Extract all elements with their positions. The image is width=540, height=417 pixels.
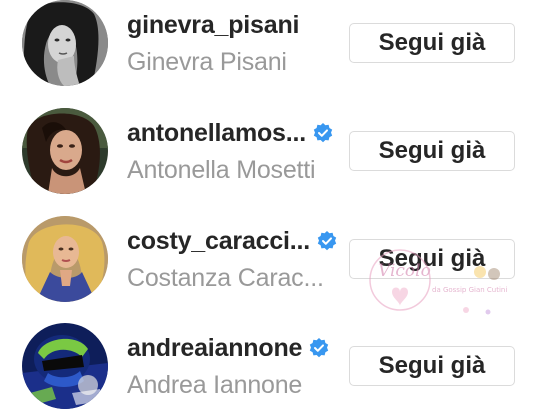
username-line: antonellamos... [127, 116, 333, 150]
username[interactable]: andreaiannone [127, 334, 302, 363]
following-list: ginevra_pisani Ginevra Pisani Segui già … [0, 0, 540, 417]
profile-photo-blonde [22, 216, 108, 302]
full-name: Costanza Carac... [127, 264, 324, 292]
full-name: Ginevra Pisani [127, 48, 287, 76]
verified-badge-icon [317, 231, 337, 251]
name-block: antonellamos... Antonella Mosetti [127, 108, 342, 198]
list-item[interactable]: andreaiannone Andrea Iannone Segui già [0, 323, 540, 417]
full-name: Antonella Mosetti [127, 156, 316, 184]
profile-photo-motorcycle-helmet [22, 323, 108, 409]
following-button[interactable]: Segui già [349, 239, 515, 279]
username-line: costy_caracci... [127, 224, 337, 258]
username-line: andreaiannone [127, 331, 329, 365]
verified-badge-icon [313, 123, 333, 143]
following-button[interactable]: Segui già [349, 23, 515, 63]
name-block: ginevra_pisani Ginevra Pisani [127, 0, 342, 90]
name-block: costy_caracci... Costanza Carac... [127, 216, 342, 306]
avatar[interactable] [22, 108, 108, 194]
list-item[interactable]: ginevra_pisani Ginevra Pisani Segui già [0, 0, 540, 100]
following-button[interactable]: Segui già [349, 131, 515, 171]
following-button[interactable]: Segui già [349, 346, 515, 386]
profile-photo-dark-hair [22, 108, 108, 194]
username[interactable]: ginevra_pisani [127, 11, 299, 40]
avatar[interactable] [22, 323, 108, 409]
list-item[interactable]: costy_caracci... Costanza Carac... Segui… [0, 216, 540, 316]
username[interactable]: costy_caracci... [127, 227, 310, 256]
profile-photo-grayscale [22, 0, 108, 86]
username[interactable]: antonellamos... [127, 119, 306, 148]
avatar[interactable] [22, 0, 108, 86]
list-item[interactable]: antonellamos... Antonella Mosetti Segui … [0, 108, 540, 208]
name-block: andreaiannone Andrea Iannone [127, 323, 342, 413]
full-name: Andrea Iannone [127, 371, 303, 399]
username-line: ginevra_pisani [127, 8, 299, 42]
verified-badge-icon [309, 338, 329, 358]
avatar[interactable] [22, 216, 108, 302]
